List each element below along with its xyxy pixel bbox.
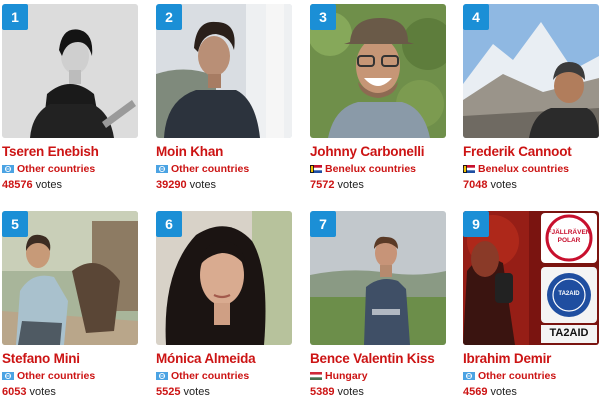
- vote-number: 7572: [310, 179, 335, 191]
- vote-count: 39290 votes: [156, 179, 216, 191]
- vote-number: 6053: [2, 386, 27, 398]
- globe-flag-icon: [156, 165, 168, 173]
- candidate-grid: 1 Tseren Enebish Other countries 48576 v…: [0, 0, 600, 404]
- votes-label: votes: [490, 386, 517, 398]
- rank-badge: 3: [310, 4, 336, 30]
- vote-count: 48576 votes: [2, 179, 62, 191]
- candidate-card[interactable]: 6 Mónica Almeida Other countries 5525 vo…: [156, 211, 292, 404]
- candidate-country: Other countries: [2, 370, 95, 382]
- votes-label: votes: [189, 179, 216, 191]
- vote-count: 5525 votes: [156, 386, 210, 398]
- country-label: Other countries: [171, 370, 250, 382]
- candidate-country: Other countries: [156, 163, 249, 175]
- rank-badge: 2: [156, 4, 182, 30]
- vote-number: 7048: [463, 179, 488, 191]
- votes-label: votes: [337, 386, 364, 398]
- candidate-name[interactable]: Frederik Cannoot: [463, 144, 572, 159]
- candidate-name[interactable]: Stefano Mini: [2, 351, 80, 366]
- candidate-photo[interactable]: 6: [156, 211, 292, 345]
- candidate-card[interactable]: 7 Bence Valentin Kiss Hungary 5389 votes: [310, 211, 446, 404]
- vote-count: 4569 votes: [463, 386, 517, 398]
- vote-number: 4569: [463, 386, 488, 398]
- callsign-label: TA2AID: [549, 327, 589, 339]
- candidate-photo[interactable]: 3: [310, 4, 446, 138]
- candidate-photo[interactable]: 7: [310, 211, 446, 345]
- country-label: Other countries: [171, 163, 250, 175]
- votes-label: votes: [490, 179, 517, 191]
- candidate-name[interactable]: Tseren Enebish: [2, 144, 99, 159]
- candidate-card[interactable]: 2 Moin Khan Other countries 39290 votes: [156, 4, 292, 200]
- candidate-card[interactable]: 5 Stefano Mini Other countries 6053 vote…: [2, 211, 138, 404]
- vote-number: 48576: [2, 179, 33, 191]
- vote-number: 5525: [156, 386, 181, 398]
- country-label: Benelux countries: [478, 163, 570, 175]
- globe-flag-icon: [2, 372, 14, 380]
- votes-label: votes: [337, 179, 364, 191]
- candidate-name[interactable]: Ibrahim Demir: [463, 351, 551, 366]
- callsign-badge-text: TA2AID: [558, 291, 580, 297]
- candidate-country: Hungary: [310, 370, 368, 382]
- vote-count: 7572 votes: [310, 179, 364, 191]
- rank-badge: 7: [310, 211, 336, 237]
- candidate-country: Benelux countries: [310, 163, 416, 175]
- vote-count: 6053 votes: [2, 386, 56, 398]
- candidate-photo[interactable]: 2: [156, 4, 292, 138]
- candidate-name[interactable]: Johnny Carbonelli: [310, 144, 425, 159]
- rank-badge: 9: [463, 211, 489, 237]
- vote-number: 5389: [310, 386, 335, 398]
- rank-badge: 1: [2, 4, 28, 30]
- candidate-country: Other countries: [2, 163, 95, 175]
- vote-number: 39290: [156, 179, 187, 191]
- country-label: Benelux countries: [325, 163, 417, 175]
- country-label: Hungary: [325, 370, 368, 382]
- candidate-card[interactable]: 3 Johnny Carbonelli Benelux countries 75…: [310, 4, 446, 200]
- candidate-card[interactable]: 9 FJÄLLRÄVEN POLAR TA2AID TA2AID Ibrahim…: [463, 211, 599, 404]
- candidate-country: Other countries: [156, 370, 249, 382]
- candidate-country: Benelux countries: [463, 163, 569, 175]
- rank-badge: 5: [2, 211, 28, 237]
- vote-count: 7048 votes: [463, 179, 517, 191]
- vote-count: 5389 votes: [310, 386, 364, 398]
- candidate-photo[interactable]: 9 FJÄLLRÄVEN POLAR TA2AID TA2AID: [463, 211, 599, 345]
- hungary-flag-icon: [310, 372, 322, 380]
- rank-badge: 4: [463, 4, 489, 30]
- country-label: Other countries: [478, 370, 557, 382]
- globe-flag-icon: [2, 165, 14, 173]
- candidate-name[interactable]: Moin Khan: [156, 144, 223, 159]
- rank-badge: 6: [156, 211, 182, 237]
- globe-flag-icon: [463, 372, 475, 380]
- country-label: Other countries: [17, 163, 96, 175]
- candidate-photo[interactable]: 1: [2, 4, 138, 138]
- votes-label: votes: [183, 386, 210, 398]
- votes-label: votes: [35, 179, 62, 191]
- candidate-country: Other countries: [463, 370, 556, 382]
- benelux-flag-icon: [463, 165, 475, 173]
- votes-label: votes: [29, 386, 56, 398]
- candidate-photo[interactable]: 5: [2, 211, 138, 345]
- globe-flag-icon: [156, 372, 168, 380]
- fjallraven-badge-text: FJÄLLRÄVEN POLAR: [547, 229, 591, 244]
- country-label: Other countries: [17, 370, 96, 382]
- candidate-name[interactable]: Bence Valentin Kiss: [310, 351, 435, 366]
- benelux-flag-icon: [310, 165, 322, 173]
- candidate-card[interactable]: 4 Frederik Cannoot Benelux countries 704…: [463, 4, 599, 200]
- candidate-name[interactable]: Mónica Almeida: [156, 351, 256, 366]
- candidate-card[interactable]: 1 Tseren Enebish Other countries 48576 v…: [2, 4, 138, 200]
- candidate-photo[interactable]: 4: [463, 4, 599, 138]
